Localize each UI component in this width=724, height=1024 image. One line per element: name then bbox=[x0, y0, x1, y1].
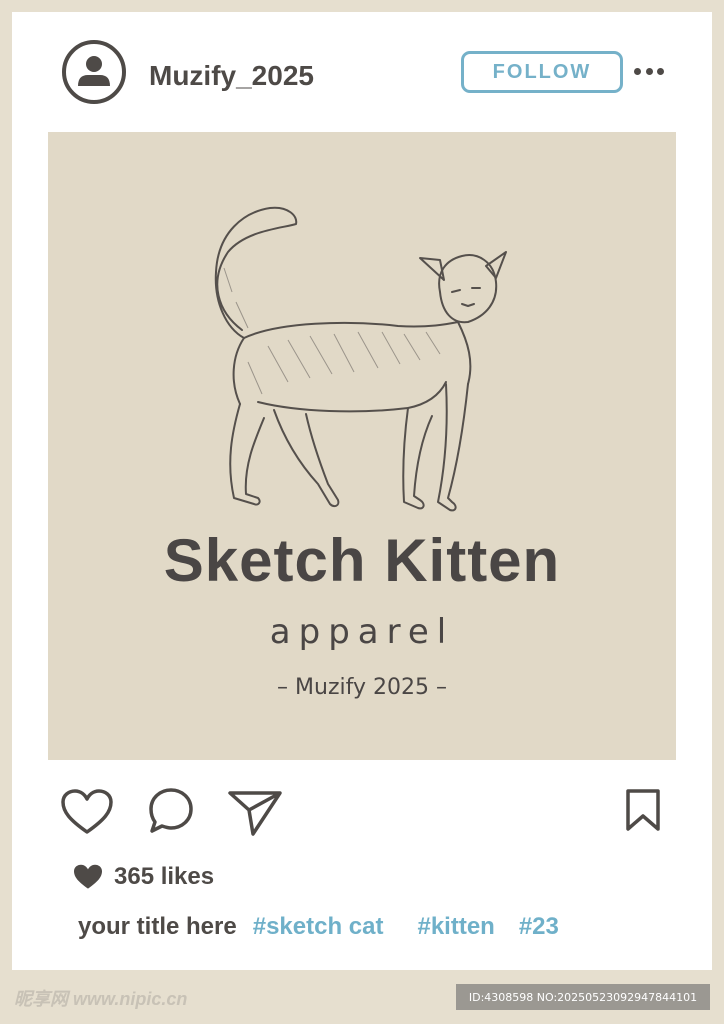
watermark-id: ID:4308598 NO:20250523092947844101 bbox=[456, 984, 710, 1010]
post-image[interactable]: Sketch Kitten apparel – Muzify 2025 – bbox=[48, 132, 676, 760]
more-options-icon[interactable] bbox=[634, 62, 664, 80]
avatar[interactable] bbox=[62, 40, 126, 104]
hashtag-sketch-cat[interactable]: #sketch cat bbox=[253, 913, 384, 941]
caption-title: your title here bbox=[78, 913, 237, 940]
bookmark-icon[interactable] bbox=[624, 788, 662, 832]
caption: your title here #sketch cat #kitten #23 bbox=[78, 910, 559, 944]
post-subtitle: apparel bbox=[269, 612, 455, 652]
user-icon bbox=[78, 56, 110, 86]
post-brand: – Muzify 2025 – bbox=[277, 675, 447, 700]
hashtag-kitten[interactable]: #kitten bbox=[417, 913, 494, 941]
more-dot bbox=[645, 67, 653, 75]
cat-sketch bbox=[214, 206, 507, 512]
likes-count[interactable]: 365 likes bbox=[114, 863, 214, 891]
more-dot bbox=[657, 67, 664, 75]
likes-row: 365 likes bbox=[72, 860, 214, 894]
send-icon[interactable] bbox=[227, 788, 283, 838]
more-dot bbox=[634, 67, 641, 75]
post-title: Sketch Kitten bbox=[163, 527, 561, 594]
post-card: Muzify_2025 FOLLOW Sketch Kitten apparel… bbox=[12, 12, 712, 970]
comment-icon[interactable] bbox=[146, 786, 196, 836]
follow-button[interactable]: FOLLOW bbox=[461, 51, 623, 93]
username[interactable]: Muzify_2025 bbox=[149, 60, 314, 92]
hashtag-23[interactable]: #23 bbox=[519, 913, 559, 941]
watermark-logo: 昵享网 www.nipic.cn bbox=[14, 989, 188, 1009]
heart-icon[interactable] bbox=[60, 788, 114, 836]
heart-filled-icon bbox=[74, 864, 102, 889]
post-header: Muzify_2025 FOLLOW bbox=[12, 12, 712, 132]
